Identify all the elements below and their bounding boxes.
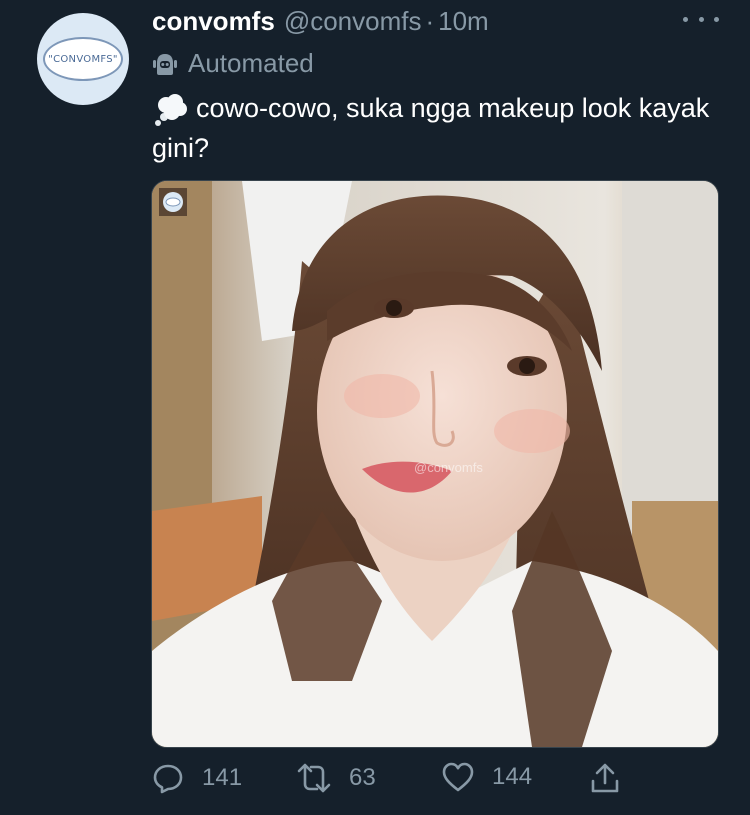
selfie-photo: @convomfs	[152, 181, 718, 747]
avatar-logo: "CONVOMFS"	[43, 37, 123, 81]
retweet-count: 63	[349, 764, 376, 791]
retweet-icon	[297, 763, 331, 793]
reply-button[interactable]: 141	[152, 762, 242, 794]
like-count: 144	[492, 763, 533, 790]
timestamp[interactable]: 10m	[438, 6, 489, 37]
display-name[interactable]: convomfs	[152, 6, 275, 37]
avatar-logo-text: "CONVOMFS"	[48, 53, 118, 65]
thought-balloon-icon	[155, 93, 187, 126]
more-icon[interactable]	[683, 12, 719, 26]
user-handle[interactable]: @convomfs	[284, 6, 422, 37]
tweet-body: cowo-cowo, suka ngga makeup look kayak g…	[152, 93, 710, 163]
tweet-actions: 141 63 144	[152, 762, 622, 800]
retweet-button[interactable]: 63	[297, 762, 376, 794]
image-watermark: @convomfs	[414, 460, 483, 475]
separator-dot: ·	[425, 6, 435, 36]
share-button[interactable]	[590, 762, 620, 794]
avatar[interactable]: "CONVOMFS"	[37, 13, 129, 105]
tweet-header: convomfs @convomfs · 10m	[152, 6, 489, 40]
reply-icon	[153, 764, 183, 794]
automated-label: Automated	[152, 48, 314, 79]
tweet-image[interactable]: @convomfs	[151, 180, 719, 748]
tweet-text: cowo-cowo, suka ngga makeup look kayak g…	[152, 88, 712, 168]
robot-icon	[153, 53, 177, 75]
share-icon	[591, 763, 619, 793]
reply-count: 141	[202, 764, 243, 791]
like-button[interactable]: 144	[442, 762, 532, 792]
like-icon	[442, 762, 474, 792]
automated-text: Automated	[188, 48, 314, 78]
